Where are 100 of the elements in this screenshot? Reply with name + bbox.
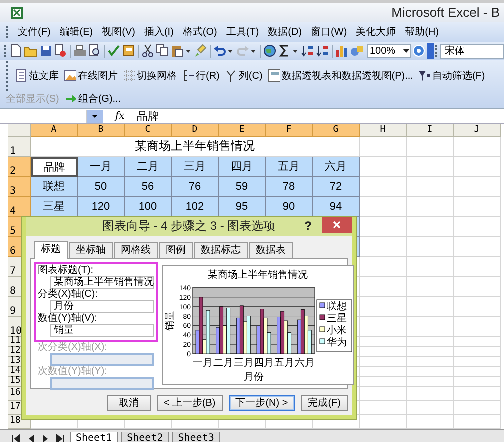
sheet-tab[interactable]: Sheet1 [70, 432, 118, 442]
empty-cell [360, 277, 407, 297]
toolbar-grip[interactable] [6, 26, 10, 38]
formula-field[interactable]: 品牌 [137, 108, 504, 124]
dialog-tab[interactable]: 数据表 [249, 242, 293, 258]
menu-item[interactable]: 文件(F) [17, 24, 52, 40]
help-icon[interactable] [412, 44, 426, 58]
empty-cell [454, 337, 501, 347]
toolbar-grip[interactable] [6, 61, 10, 91]
toolbar-button[interactable]: 自动筛选(F) [418, 68, 486, 84]
save-icon[interactable] [39, 44, 53, 58]
sort-descending-icon[interactable] [316, 44, 330, 58]
row-icon[interactable] [182, 69, 194, 83]
dialog-title: 图表向导 - 4 步骤之 3 - 图表选项 [102, 218, 276, 235]
dialog-button[interactable]: 下一步(N) > [228, 395, 296, 411]
toolbar-grip[interactable] [4, 45, 8, 57]
toolbar-button[interactable]: 行(R) [182, 68, 220, 84]
cut-icon[interactable] [141, 44, 155, 58]
column-header[interactable]: C [125, 124, 172, 137]
toolbar-button[interactable]: 范文库 [15, 68, 59, 84]
caret-icon[interactable] [403, 49, 410, 53]
caret-icon[interactable] [251, 50, 256, 52]
menu-item[interactable]: 窗口(W) [310, 24, 348, 40]
input-field[interactable]: 销量 [50, 324, 154, 337]
spell-check-icon[interactable] [107, 44, 121, 58]
column-header[interactable]: G [313, 124, 360, 137]
column-header[interactable]: J [454, 124, 501, 137]
new-document-icon[interactable] [9, 44, 23, 58]
column-header[interactable]: E [219, 124, 266, 137]
column-header[interactable]: H [360, 124, 407, 137]
dialog-button[interactable]: 取消 [106, 395, 151, 411]
zoom-field[interactable]: 100% [367, 44, 411, 58]
toolbar-button[interactable]: 数据透视表和数据透视图(P)... [268, 68, 414, 84]
filter-icon[interactable] [418, 69, 430, 83]
book-icon[interactable] [122, 44, 136, 58]
globe-icon[interactable] [263, 44, 277, 58]
menu-item[interactable]: 格式(O) [182, 24, 218, 40]
column-header[interactable]: D [172, 124, 219, 137]
menu-item[interactable]: 美化大师 [355, 24, 398, 40]
drawing-icon[interactable] [350, 44, 364, 58]
undo-icon[interactable] [213, 44, 227, 58]
dialog-tab[interactable]: 坐标轴 [69, 242, 113, 258]
input-field[interactable]: 月份 [50, 300, 154, 313]
dialog-tab[interactable]: 数据标志 [194, 242, 248, 258]
table-cell: 94 [313, 197, 360, 217]
column-header[interactable]: B [78, 124, 125, 137]
print-preview-icon[interactable] [88, 44, 102, 58]
menu-item[interactable]: 编辑(E) [58, 24, 94, 40]
picture-icon[interactable] [64, 69, 76, 83]
close-button[interactable] [322, 217, 352, 233]
column-icon[interactable] [224, 69, 237, 83]
caret-icon[interactable] [186, 50, 191, 52]
toolbar-button[interactable]: 切换网格 [123, 68, 177, 84]
document-icon[interactable] [15, 69, 27, 83]
table-cell: 78 [266, 177, 313, 197]
empty-cell [407, 237, 454, 257]
row-header[interactable]: 4 [8, 197, 31, 217]
table-cell: 六月 [313, 157, 360, 177]
caret-icon[interactable] [92, 114, 98, 118]
menu-item[interactable]: 数据(D) [267, 24, 304, 40]
column-header[interactable]: F [266, 124, 313, 137]
last-sheet-icon[interactable] [55, 432, 67, 442]
table-cell: 95 [219, 197, 266, 217]
menu-item[interactable]: 视图(V) [101, 24, 136, 40]
document-badge-icon[interactable] [54, 44, 68, 58]
printer-icon[interactable] [73, 44, 87, 58]
dialog-tab[interactable]: 图例 [159, 242, 193, 258]
column-header[interactable]: A [31, 124, 78, 137]
name-box-dropdown[interactable] [87, 110, 103, 122]
sheet-tab[interactable]: Sheet2 [121, 432, 170, 442]
toolbar-button[interactable]: 在线图片 [64, 68, 118, 84]
empty-cell [454, 367, 501, 377]
dialog-button[interactable]: 完成(F) [301, 395, 348, 411]
chart-icon[interactable] [335, 44, 349, 58]
dialog-tab[interactable]: 网格线 [114, 242, 158, 258]
font-field[interactable]: 宋体 [440, 44, 504, 58]
row-header[interactable]: 2 [8, 157, 31, 177]
copy-icon[interactable] [156, 44, 170, 58]
table-icon[interactable] [268, 69, 280, 83]
first-sheet-icon[interactable] [10, 432, 22, 442]
dialog-tab[interactable]: 标题 [34, 241, 68, 259]
caret-icon[interactable] [228, 50, 233, 52]
row-header[interactable]: 1 [8, 137, 31, 157]
function-button[interactable]: fx [103, 110, 137, 122]
toolbar-button[interactable]: 组合(G)... [64, 91, 122, 107]
help-button[interactable]: ? [304, 219, 312, 233]
empty-cell [407, 347, 454, 357]
paste-icon[interactable] [171, 44, 185, 58]
sheet-tab[interactable]: Sheet3 [172, 432, 220, 442]
row-header[interactable]: 3 [8, 177, 31, 197]
menu-item[interactable]: 工具(T) [225, 24, 260, 40]
toolbar-button[interactable]: 列(C) [224, 68, 263, 84]
close-icon[interactable] [333, 221, 341, 229]
sort-ascending-icon[interactable] [301, 44, 315, 58]
caret-icon[interactable] [293, 50, 298, 52]
dialog-button[interactable]: < 上一步(B) [156, 395, 223, 411]
menu-item[interactable]: 帮助(H) [404, 24, 440, 40]
menu-item[interactable]: 插入(I) [143, 24, 175, 40]
input-field[interactable]: 某商场上半年销售情况 [50, 276, 154, 289]
column-header[interactable]: I [407, 124, 454, 137]
